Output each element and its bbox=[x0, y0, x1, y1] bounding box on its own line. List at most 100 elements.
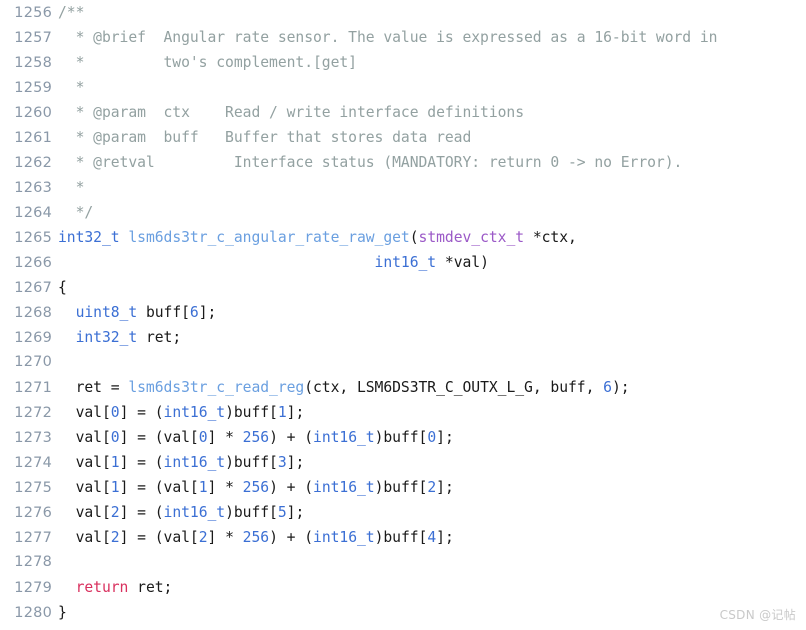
code-token-plain: ( bbox=[409, 229, 419, 246]
code-token-comment: * @param ctx Read / write interface defi… bbox=[58, 104, 525, 121]
line-number: 1274 bbox=[14, 455, 52, 471]
code-token-plain: ] * bbox=[207, 479, 243, 496]
code-token-plain: ] = (val[ bbox=[119, 529, 199, 546]
line-content[interactable]: val[2] = (val[2] * 256) + (int16_t)buff[… bbox=[58, 525, 806, 550]
line-number: 1273 bbox=[14, 430, 52, 446]
line-content[interactable]: * bbox=[58, 75, 806, 100]
code-line[interactable]: 1268 uint8_t buff[6]; bbox=[0, 300, 806, 325]
line-content[interactable]: /** bbox=[58, 0, 806, 25]
line-content[interactable]: ret = lsm6ds3tr_c_read_reg(ctx, LSM6DS3T… bbox=[58, 375, 806, 400]
code-token-type: int16_t bbox=[313, 479, 375, 496]
line-content[interactable]: } bbox=[58, 600, 806, 625]
csdn-watermark: CSDN @记帖 bbox=[719, 608, 796, 622]
code-token-num: 1 bbox=[110, 479, 120, 496]
code-token-plain: ] = ( bbox=[119, 454, 164, 471]
line-number: 1260 bbox=[14, 105, 52, 121]
code-line[interactable]: 1278 bbox=[0, 550, 806, 575]
code-line[interactable]: 1277 val[2] = (val[2] * 256) + (int16_t)… bbox=[0, 525, 806, 550]
code-token-plain: ) + ( bbox=[269, 479, 314, 496]
code-token-comment: * bbox=[58, 79, 85, 96]
line-content[interactable]: val[0] = (int16_t)buff[1]; bbox=[58, 400, 806, 425]
code-token-plain: val[ bbox=[58, 429, 111, 446]
line-content[interactable]: uint8_t buff[6]; bbox=[58, 300, 806, 325]
code-token-kw: return bbox=[75, 579, 129, 596]
code-token-plain: , buff, bbox=[532, 379, 604, 396]
code-token-plain: ]; bbox=[436, 429, 454, 446]
code-token-type: int16_t bbox=[313, 529, 375, 546]
line-content[interactable]: val[1] = (val[1] * 256) + (int16_t)buff[… bbox=[58, 475, 806, 500]
code-token-comment: * two's complement.[get] bbox=[58, 54, 357, 71]
line-content[interactable]: */ bbox=[58, 200, 806, 225]
code-token-comment: /** bbox=[58, 4, 85, 21]
line-content[interactable]: * @param buff Buffer that stores data re… bbox=[58, 125, 806, 150]
code-line[interactable]: 1258 * two's complement.[get] bbox=[0, 50, 806, 75]
line-content[interactable]: int32_t lsm6ds3tr_c_angular_rate_raw_get… bbox=[58, 225, 806, 250]
code-token-plain: )buff[ bbox=[374, 479, 428, 496]
code-token-num: 2 bbox=[110, 504, 120, 521]
line-number: 1270 bbox=[14, 354, 52, 370]
line-content[interactable]: * bbox=[58, 175, 806, 200]
code-token-brace: { bbox=[58, 279, 67, 296]
line-content[interactable]: val[0] = (val[0] * 256) + (int16_t)buff[… bbox=[58, 425, 806, 450]
code-token-plain: ] = (val[ bbox=[119, 429, 199, 446]
code-token-plain: val[ bbox=[58, 529, 111, 546]
code-line[interactable]: 1273 val[0] = (val[0] * 256) + (int16_t)… bbox=[0, 425, 806, 450]
code-token-num: 256 bbox=[242, 479, 270, 496]
line-number: 1256 bbox=[14, 5, 52, 21]
code-line[interactable]: 1276 val[2] = (int16_t)buff[5]; bbox=[0, 500, 806, 525]
line-number: 1276 bbox=[14, 505, 52, 521]
code-token-plain: )buff[ bbox=[374, 429, 428, 446]
code-line[interactable]: 1274 val[1] = (int16_t)buff[3]; bbox=[0, 450, 806, 475]
line-content[interactable]: * @brief Angular rate sensor. The value … bbox=[58, 25, 806, 50]
code-line[interactable]: 1272 val[0] = (int16_t)buff[1]; bbox=[0, 400, 806, 425]
line-content[interactable]: return ret; bbox=[58, 575, 806, 600]
code-line[interactable]: 1265 int32_t lsm6ds3tr_c_angular_rate_raw… bbox=[0, 225, 806, 250]
code-line[interactable]: 1275 val[1] = (val[1] * 256) + (int16_t)… bbox=[0, 475, 806, 500]
code-token-comment: * bbox=[58, 179, 85, 196]
code-token-plain: val[ bbox=[58, 479, 111, 496]
code-token-num: 256 bbox=[242, 429, 270, 446]
line-content[interactable]: { bbox=[58, 275, 806, 300]
code-line[interactable]: 1267 { bbox=[0, 275, 806, 300]
code-token-plain: val[ bbox=[58, 404, 111, 421]
code-line[interactable]: 1260 * @param ctx Read / write interface… bbox=[0, 100, 806, 125]
code-line[interactable]: 1263 * bbox=[0, 175, 806, 200]
code-line[interactable]: 1262 * @retval Interface status (MANDATO… bbox=[0, 150, 806, 175]
line-number: 1280 bbox=[14, 605, 52, 621]
code-token-brace: } bbox=[58, 604, 67, 621]
code-token-num: 0 bbox=[110, 429, 120, 446]
code-line[interactable]: 1261 * @param buff Buffer that stores da… bbox=[0, 125, 806, 150]
code-token-plain: ] = ( bbox=[119, 404, 164, 421]
line-number: 1262 bbox=[14, 155, 52, 171]
line-content[interactable]: * @param ctx Read / write interface defi… bbox=[58, 100, 806, 125]
code-line[interactable]: 1266 int16_t *val) bbox=[0, 250, 806, 275]
code-token-comment: * @brief Angular rate sensor. The value … bbox=[58, 29, 718, 46]
code-line[interactable]: 1270 bbox=[0, 350, 806, 375]
code-token-plain: ret; bbox=[128, 579, 173, 596]
code-line-list[interactable]: 1256/** 1257 * @brief Angular rate sensor… bbox=[0, 0, 806, 625]
code-token-type: int16_t bbox=[374, 254, 437, 271]
code-token-num: 4 bbox=[427, 529, 437, 546]
code-line[interactable]: 1259 * bbox=[0, 75, 806, 100]
code-token-num: 6 bbox=[603, 379, 612, 396]
line-number: 1275 bbox=[14, 480, 52, 496]
line-content[interactable]: int32_t ret; bbox=[58, 325, 806, 350]
code-line[interactable]: 1279 return ret; bbox=[0, 575, 806, 600]
code-line[interactable]: 1256 /** bbox=[0, 0, 806, 25]
code-line[interactable]: 1271 ret = lsm6ds3tr_c_read_reg(ctx, LSM… bbox=[0, 375, 806, 400]
line-content[interactable]: * two's complement.[get] bbox=[58, 50, 806, 75]
code-line[interactable]: 1280} bbox=[0, 600, 806, 625]
code-token-type: int16_t bbox=[313, 429, 375, 446]
line-content[interactable]: val[2] = (int16_t)buff[5]; bbox=[58, 500, 806, 525]
code-token-num: 2 bbox=[198, 529, 208, 546]
code-token-plain: ] * bbox=[207, 429, 243, 446]
line-content[interactable]: val[1] = (int16_t)buff[3]; bbox=[58, 450, 806, 475]
line-content[interactable]: int16_t *val) bbox=[58, 250, 806, 275]
code-token-plain: ] * bbox=[207, 529, 243, 546]
code-line[interactable]: 1257 * @brief Angular rate sensor. The v… bbox=[0, 25, 806, 50]
code-line[interactable]: 1269 int32_t ret; bbox=[0, 325, 806, 350]
line-content[interactable]: * @retval Interface status (MANDATORY: r… bbox=[58, 150, 806, 175]
line-number: 1265 bbox=[14, 230, 52, 246]
code-line[interactable]: 1264 */ bbox=[0, 200, 806, 225]
